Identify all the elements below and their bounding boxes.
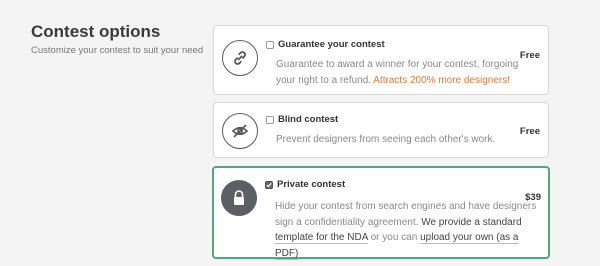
nda-or-text: or you can [370, 232, 418, 243]
guarantee-checkbox[interactable] [266, 41, 274, 49]
highlight-text: Attracts 200% more designers! [373, 74, 511, 86]
nda-template-link[interactable]: template for the NDA [275, 232, 368, 244]
option-description: Prevent designers from seeing each other… [276, 134, 496, 145]
lock-icon [221, 180, 257, 216]
checkmark-icon [266, 182, 272, 188]
option-title: Private contest [277, 179, 346, 190]
nda-text: We provide a standard [421, 216, 522, 228]
section-title: Contest options [31, 22, 161, 41]
option-private-contest[interactable]: Private contest Hide your contest from s… [212, 166, 550, 261]
option-blind-contest[interactable]: Blind contest Prevent designers from see… [213, 102, 549, 158]
option-price: Free [519, 126, 540, 137]
option-title: Blind contest [278, 114, 339, 125]
option-title: Guarantee your contest [278, 39, 385, 50]
private-checkbox[interactable] [265, 181, 273, 189]
eye-slash-icon [222, 113, 258, 149]
section-subtitle: Customize your contest to suit your need [31, 45, 204, 56]
option-guarantee-contest[interactable]: Guarantee your contest Guarantee to awar… [213, 25, 549, 95]
option-description: Hide your contest from search engines an… [275, 199, 537, 261]
link-icon [222, 40, 258, 76]
option-description: Guarantee to award a winner for your con… [276, 57, 538, 88]
blind-checkbox[interactable] [266, 116, 274, 124]
option-price: Free [519, 50, 540, 61]
option-price: $39 [525, 192, 541, 203]
